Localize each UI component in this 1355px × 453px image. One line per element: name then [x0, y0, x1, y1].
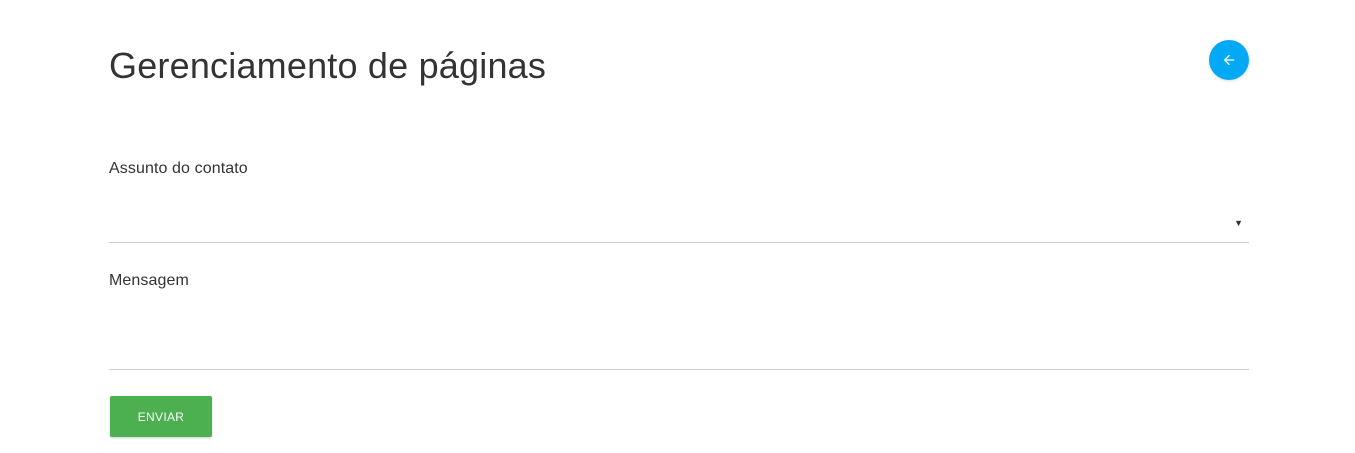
message-textarea[interactable]: [109, 300, 1249, 370]
back-button[interactable]: [1209, 40, 1249, 80]
submit-button[interactable]: ENVIAR: [110, 396, 212, 437]
subject-select[interactable]: ▼: [109, 200, 1249, 243]
page-container: Gerenciamento de páginas Assunto do cont…: [0, 0, 1355, 453]
page-title: Gerenciamento de páginas: [109, 45, 547, 86]
subject-label: Assunto do contato: [109, 160, 248, 177]
caret-down-icon: ▼: [1234, 218, 1243, 228]
message-label: Mensagem: [109, 272, 189, 289]
arrow-left-icon: [1222, 53, 1236, 67]
